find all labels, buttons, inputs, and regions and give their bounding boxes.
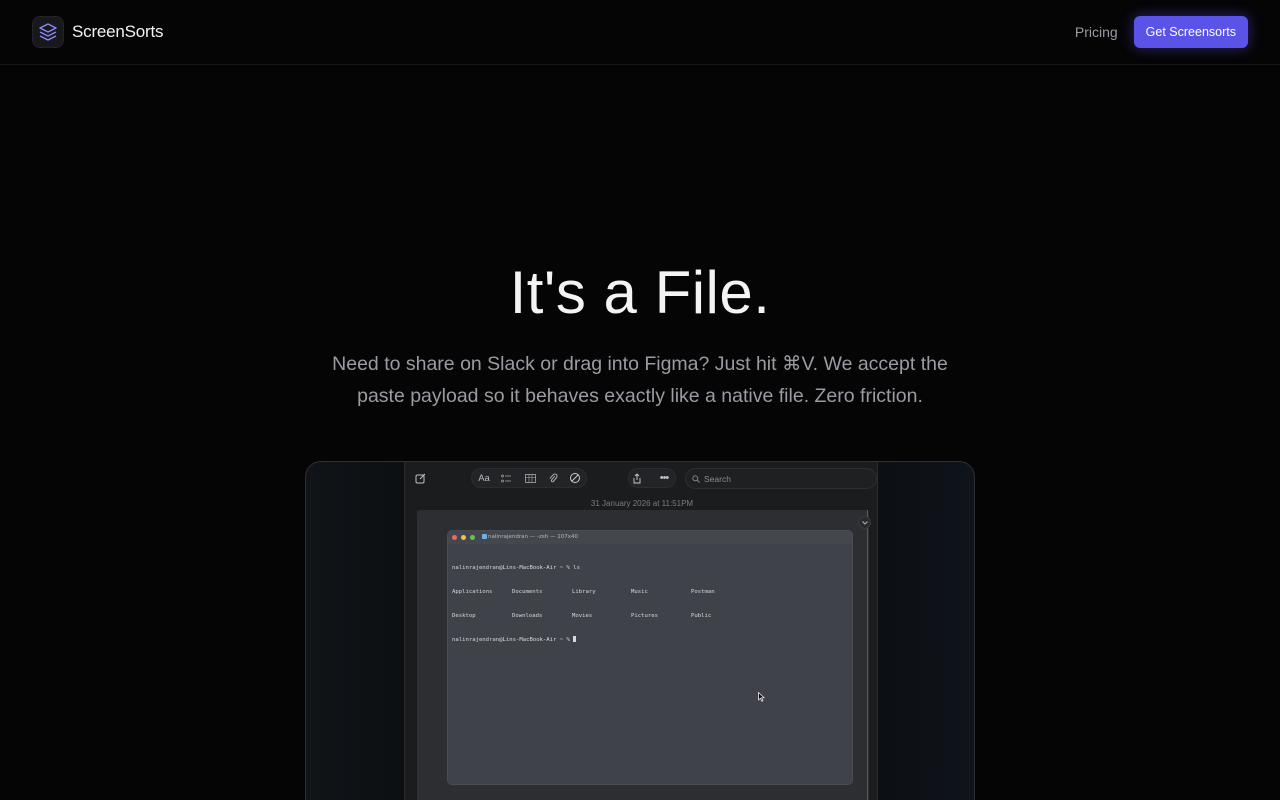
layers-icon xyxy=(32,16,64,48)
table-icon[interactable] xyxy=(521,469,539,487)
close-dot-icon[interactable] xyxy=(452,535,457,540)
search-icon xyxy=(692,474,700,483)
ls-entry: Documents xyxy=(512,589,543,595)
folder-icon xyxy=(482,534,487,539)
ls-entry: Downloads xyxy=(512,613,543,619)
terminal-ls-row: Applications Documents Library Music Pos… xyxy=(452,588,848,596)
nav-actions: Pricing Get Screensorts xyxy=(1075,16,1248,48)
ls-entry: Pictures xyxy=(631,613,658,619)
paperclip-icon[interactable] xyxy=(544,469,562,487)
terminal-ls-row: Desktop Downloads Movies Pictures Public xyxy=(452,612,848,620)
terminal-current-prompt: nalinrajendran@Lins-MacBook-Air ~ % xyxy=(452,636,848,644)
device-mockup: Aa ••• Search 31 January 2026 at 11:51PM xyxy=(305,461,975,800)
ls-entry: Postman xyxy=(691,589,715,595)
terminal-prompt-text: nalinrajendran@Lins-MacBook-Air ~ % xyxy=(452,637,574,643)
ls-entry: Public xyxy=(691,613,712,619)
terminal-titlebar: nalinrajendran — -zsh — 107x40 xyxy=(448,531,852,544)
brand-name: ScreenSorts xyxy=(72,22,164,41)
zoom-dot-icon[interactable] xyxy=(470,535,475,540)
markup-icon[interactable] xyxy=(566,469,584,487)
checklist-icon[interactable] xyxy=(497,469,515,487)
hero-subtitle: Need to share on Slack or drag into Figm… xyxy=(332,353,948,407)
pricing-link[interactable]: Pricing xyxy=(1075,24,1118,40)
format-text-button[interactable]: Aa xyxy=(475,469,493,487)
terminal-output: nalinrajendran@Lins-MacBook-Air ~ % ls A… xyxy=(448,544,852,660)
share-icon[interactable] xyxy=(628,469,646,487)
ls-entry: Applications xyxy=(452,589,493,595)
terminal-window: nalinrajendran — -zsh — 107x40 nalinraje… xyxy=(447,530,853,785)
ls-entry: Library xyxy=(572,589,596,595)
top-nav: ScreenSorts Pricing Get Screensorts xyxy=(0,0,1280,65)
search-placeholder: Search xyxy=(704,473,731,484)
ls-entry: Music xyxy=(631,589,648,595)
chevron-down-icon[interactable] xyxy=(858,516,871,529)
search-input[interactable]: Search xyxy=(685,468,877,489)
hero-title: It's a File. xyxy=(509,259,771,326)
selection-edge xyxy=(867,510,868,800)
note-date: 31 January 2026 at 11:51PM xyxy=(590,499,694,508)
terminal-title: nalinrajendran — -zsh — 107x40 xyxy=(488,534,579,540)
brand-link[interactable]: ScreenSorts xyxy=(32,16,164,48)
get-screensorts-button[interactable]: Get Screensorts xyxy=(1133,16,1248,48)
ls-entry: Movies xyxy=(572,613,593,619)
text-cursor xyxy=(573,636,577,642)
minimize-dot-icon[interactable] xyxy=(461,535,466,540)
terminal-prompt-line: nalinrajendran@Lins-MacBook-Air ~ % ls xyxy=(452,565,580,571)
ls-entry: Desktop xyxy=(452,613,476,619)
notes-app-window: Aa ••• Search 31 January 2026 at 11:51PM xyxy=(404,462,878,800)
more-icon[interactable]: ••• xyxy=(655,469,673,487)
mouse-pointer-icon xyxy=(758,689,766,707)
compose-icon[interactable] xyxy=(411,469,429,487)
